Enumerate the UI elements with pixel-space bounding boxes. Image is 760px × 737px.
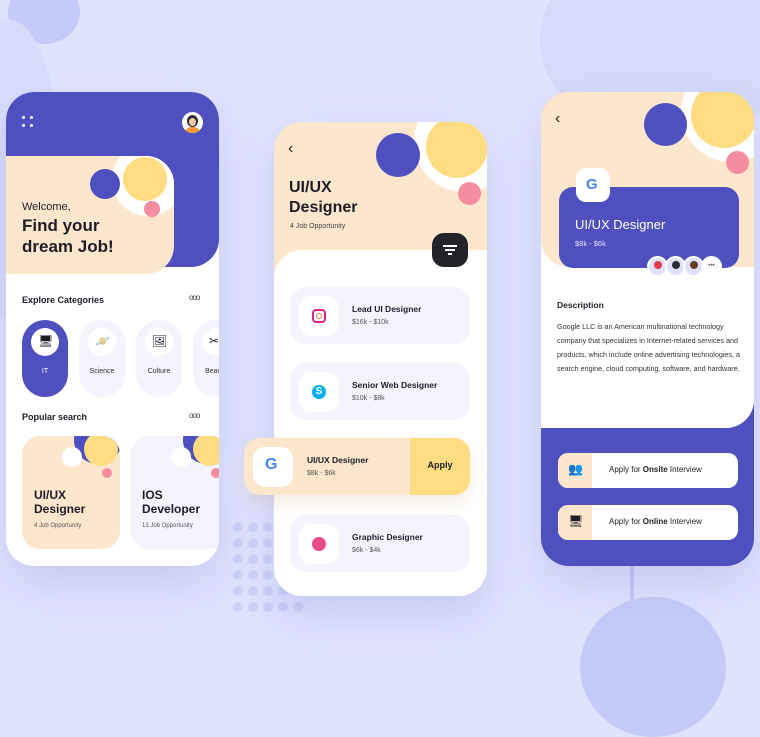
job-title: UI/UX Designer [575,217,666,232]
label-suffix: Interview [667,517,702,526]
welcome-text: Welcome, [22,201,71,213]
apply-label: Apply [427,460,453,470]
job-item[interactable]: Graphic Designer $6k - $4k [290,515,470,572]
job-title: Lead UI Designer [352,304,422,314]
headline-line-1: Find your [22,216,100,235]
apply-onsite-button[interactable]: 👥 Apply for Onsite Interview [558,453,738,488]
deco-circle-pink [726,151,749,174]
headline-line-2: dream Job! [22,237,114,256]
category-label: Beauty [205,368,219,375]
job-salary: $8k - $6k [307,470,336,477]
screen-home: Welcome, Find your dream Job! Explore Ca… [6,92,219,566]
screen-job-detail: ‹ UI/UX Designer $8k - $6k G ••• Descrip… [541,92,754,566]
category-item-it[interactable]: 🖥 IT [22,320,68,397]
deco-circle-blue [376,133,420,177]
label-bold: Onsite [642,465,668,474]
job-title: UI/UX Designer [307,455,369,465]
deco-circle-pink [458,182,481,205]
label-bold: Online [642,517,668,526]
back-button[interactable]: ‹ [288,140,293,158]
filter-button[interactable] [432,233,468,267]
popular-card-ios[interactable]: IOS Developer 13 Job Opportunity [131,436,219,549]
job-title: Graphic Designer [352,532,423,542]
category-item-science[interactable]: 🪐 Science [79,320,125,397]
job-salary: $6k - $4k [352,547,381,554]
subtitle: 4 Job Opportunity [290,223,346,230]
deco-circle-blue [90,169,120,199]
page-title-2: Designer [289,199,358,216]
menu-button[interactable] [22,116,36,130]
label-prefix: Apply for [609,517,643,526]
description-text: Google LLC is an American multinational … [557,322,740,373]
dribbble-icon [312,537,326,551]
deco-circle-pink [144,201,160,217]
job-item[interactable]: S Senior Web Designer $10k - $8k [290,363,470,420]
scissors-icon: ✂ [209,334,219,348]
category-item-culture[interactable]: 🖼 Culture [136,320,182,397]
popular-title-2: Designer [34,502,86,516]
instagram-icon [312,309,326,323]
popular-card-uiux[interactable]: UI/UX Designer 4 Job Opportunity [22,436,120,549]
apply-online-label: Apply for Online Interview [609,517,702,526]
job-salary: $8k - $6k [575,239,606,248]
deco-circle-yellow [123,157,167,201]
job-item-highlighted[interactable]: G UI/UX Designer $8k - $6k Apply [244,438,470,495]
user-avatar-icon[interactable] [182,112,203,133]
team-meeting-icon: 👥 [568,462,583,476]
popular-title-1: UI/UX [34,488,67,502]
deco-circle-yellow [426,122,487,178]
apply-online-button[interactable]: 🖥 Apply for Online Interview [558,505,738,540]
explore-title: Explore Categories [22,295,105,305]
bg-circle-bottom-right [580,597,726,737]
more-dots-icon[interactable]: ooo [189,411,200,420]
label-suffix: Interview [667,465,702,474]
category-label: Science [89,368,115,375]
more-applicants-button[interactable]: ••• [701,256,722,277]
google-icon: G [265,456,278,473]
category-list: 🖥 IT 🪐 Science 🖼 Culture ✂ Beauty [22,320,219,397]
description-title: Description [557,300,604,310]
apply-onsite-label: Apply for Onsite Interview [609,465,702,474]
deco-circle-blue [644,103,687,146]
popular-title-1: IOS [142,488,163,502]
category-item-beauty[interactable]: ✂ Beauty [193,320,219,397]
video-call-icon: 🖥 [568,514,584,528]
company-logo: G [576,168,610,202]
google-icon: G [586,176,598,193]
apply-button[interactable]: Apply [410,438,470,495]
back-button[interactable]: ‹ [555,110,560,128]
job-salary: $16k - $10k [352,319,389,326]
page-title-1: UI/UX [289,179,332,196]
applicants-group[interactable]: ••• [647,256,723,278]
job-item[interactable]: Lead UI Designer $16k - $10k [290,287,470,344]
job-title: Senior Web Designer [352,380,438,390]
category-label: Culture [147,368,171,375]
category-label: IT [41,368,49,375]
more-dots-icon[interactable]: ooo [189,293,200,302]
art-icon: 🖼 [152,334,168,348]
bg-line [630,560,634,600]
planet-icon: 🪐 [95,334,110,348]
label-prefix: Apply for [609,465,643,474]
skype-icon: S [312,385,326,399]
screen-job-list: ‹ UI/UX Designer 4 Job Opportunity Lead … [274,122,487,596]
popular-count: 13 Job Opportunity [142,523,193,529]
popular-count: 4 Job Opportunity [34,523,82,529]
job-salary: $10k - $8k [352,395,385,402]
popular-title: Popular search [22,412,88,422]
popular-title-2: Developer [142,502,201,516]
computer-icon: 🖥 [38,334,54,348]
